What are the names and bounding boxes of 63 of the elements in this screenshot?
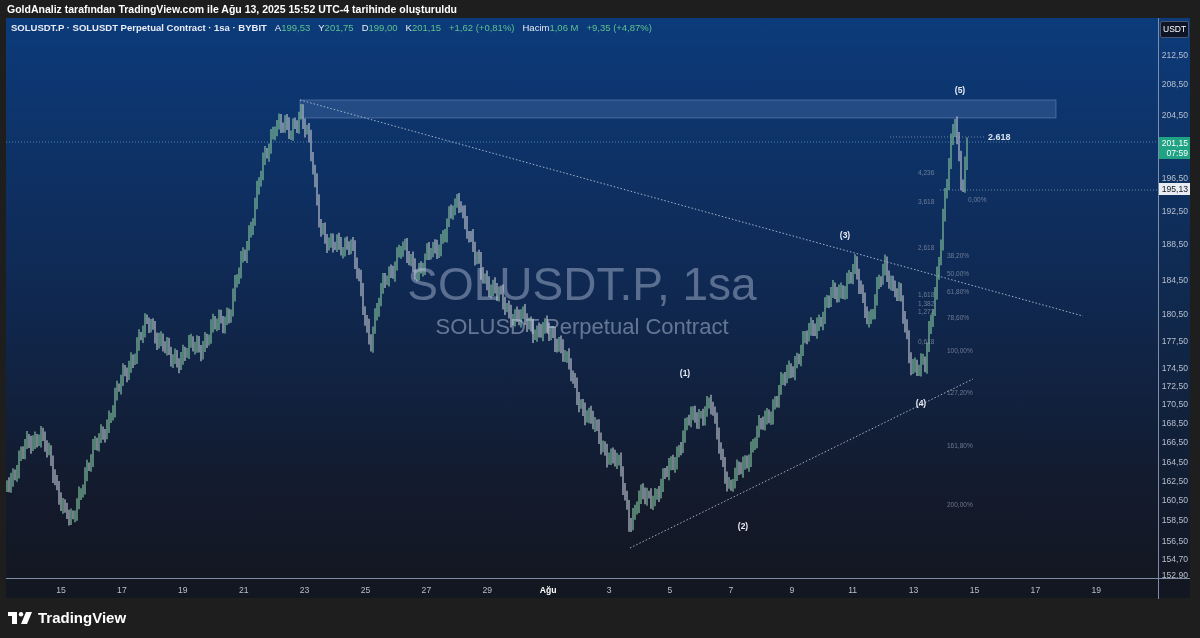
ohlc-value: Y201,75 [318, 21, 354, 35]
wave-label: (5) [954, 85, 966, 95]
price-label: 177,50 [1161, 334, 1188, 348]
trend-line[interactable] [299, 99, 1084, 317]
time-label: 5 [667, 584, 673, 597]
symbol-title: SOLUSDT.P · SOLUSDT Perpetual Contract · 1sa · BYBIT [11, 21, 267, 35]
price-label: 168,50 [1161, 416, 1188, 430]
time-label: Ağu [539, 584, 557, 597]
trend-line[interactable] [629, 378, 974, 549]
price-label: 164,50 [1161, 455, 1188, 469]
time-label: 27 [421, 584, 432, 597]
price-label: 184,50 [1161, 273, 1188, 287]
brand-name: TradingView [38, 607, 127, 628]
time-label: 11 [848, 584, 858, 597]
price-change: +1,62 (+0,81%) [449, 21, 515, 35]
time-label: 23 [299, 584, 310, 597]
time-label: 19 [1091, 584, 1102, 597]
time-label: 15 [969, 584, 980, 597]
volume-change: +9,35 (+4,87%) [586, 21, 652, 35]
marked-price-tag: 195,13 [1159, 183, 1190, 195]
price-label: 156,50 [1161, 534, 1188, 548]
time-label: 19 [178, 584, 188, 597]
time-label: 17 [117, 584, 127, 597]
time-label: 17 [1030, 584, 1041, 597]
logo-icon [8, 612, 34, 624]
ohlc-value: D199,00 [361, 21, 398, 35]
currency-button[interactable]: USDT [1160, 21, 1190, 38]
wave-label: (1) [679, 368, 691, 378]
time-label: 3 [606, 584, 612, 597]
chart-area[interactable] [6, 18, 1158, 578]
time-label: 21 [238, 584, 249, 597]
price-label: 170,50 [1161, 397, 1188, 411]
price-label: 158,50 [1161, 513, 1188, 527]
price-axis[interactable]: USDT 212,50 208,50 204,50 196,50 192,50 188,50 184,50 180,50 177,50 174,50 172,50 170,50 168,50 166,50 164,50 162,50 160,50 158,50 156,50 154,70 152,90 201,15 07:59 195,13 [1158, 18, 1190, 578]
price-label: 196,50 [1161, 171, 1188, 185]
volume-value: Hacim1,06 M [522, 21, 579, 35]
time-label: 25 [360, 584, 371, 597]
price-label: 180,50 [1161, 307, 1188, 321]
time-label: 7 [728, 584, 734, 597]
time-label: 15 [56, 584, 66, 597]
time-label: 9 [789, 584, 795, 597]
price-label: 212,50 [1161, 48, 1188, 62]
last-price-tag: 201,15 07:59 [1159, 137, 1190, 159]
price-label: 174,50 [1161, 361, 1188, 375]
price-label: 162,50 [1161, 474, 1188, 488]
price-label: 204,50 [1161, 108, 1188, 122]
price-label: 166,50 [1161, 435, 1188, 449]
ohlc-value: A199,53 [274, 21, 311, 35]
price-label: 188,50 [1161, 237, 1188, 251]
wave-label: (3) [839, 230, 851, 240]
wave-label: (2) [737, 521, 749, 531]
price-label: 208,50 [1161, 77, 1188, 91]
extension-label: 2.618 [988, 132, 1011, 142]
time-axis[interactable]: 15 17 19 21 23 25 27 29 Ağu 3 5 7 9 11 13 15 17 19 [6, 578, 1190, 598]
wave-label: (4) [915, 398, 927, 408]
time-label: 13 [908, 584, 919, 597]
price-label: 160,50 [1161, 493, 1188, 507]
chart-caption: GoldAnaliz tarafından TradingView.com ile Ağu 13, 2025 15:52 UTC-4 tarihinde oluşturuldu [7, 3, 458, 15]
price-label: 192,50 [1161, 204, 1188, 218]
time-label: 29 [482, 584, 493, 597]
ohlc-value: K201,15 [405, 21, 441, 35]
price-label: 154,70 [1161, 552, 1188, 566]
price-label: 172,50 [1161, 379, 1188, 393]
